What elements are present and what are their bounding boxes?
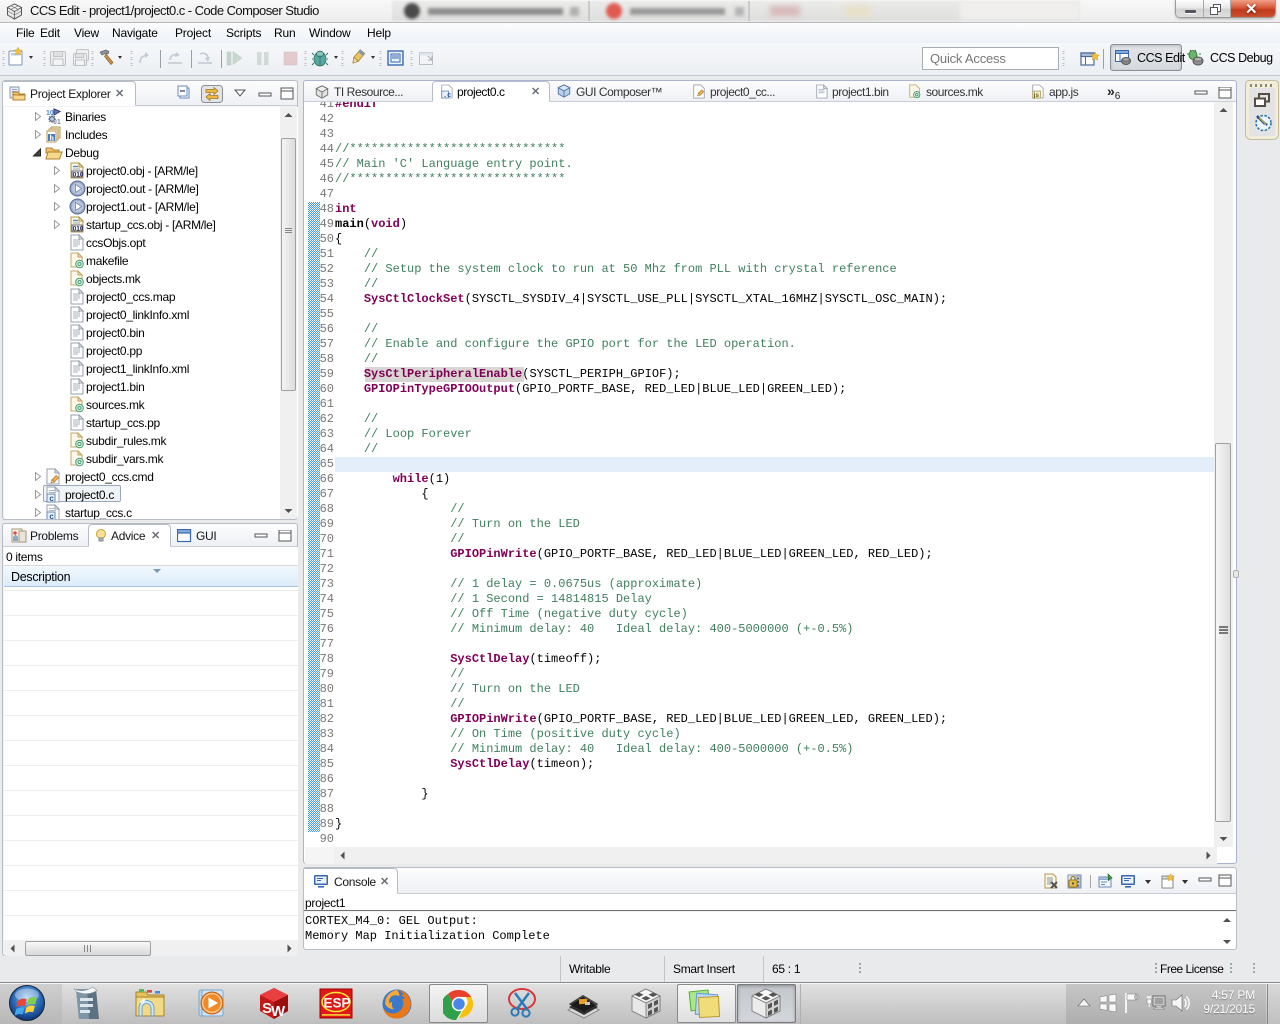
svg-text:c: c [49,495,54,503]
svg-text:.c: .c [443,92,451,99]
svg-text:10: 10 [46,110,54,117]
svg-text:h: h [50,134,55,143]
svg-text:ESP: ESP [324,996,351,1011]
svg-text:js: js [1033,92,1040,99]
svg-text:010: 010 [73,225,84,232]
svg-text:010: 010 [73,171,84,178]
svg-text:01: 01 [53,119,61,125]
svg-text:W: W [271,1003,286,1020]
svg-text:c: c [49,513,54,519]
